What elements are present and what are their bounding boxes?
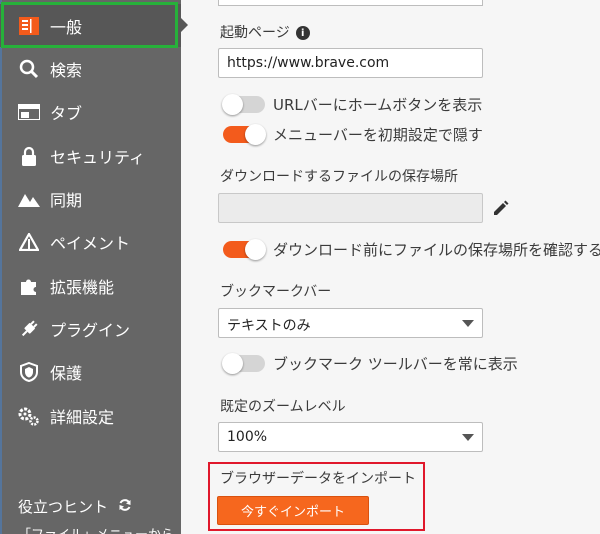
gears-icon xyxy=(18,405,40,427)
zoom-level-select[interactable]: 100% xyxy=(218,422,483,452)
hide-menu-bar-row[interactable]: メニューバーを初期設定で隠す xyxy=(223,124,483,145)
toggle-knob xyxy=(245,239,266,260)
active-item-highlight xyxy=(1,2,178,48)
helpful-tips-text: 「ファイル」メニューから xyxy=(18,524,174,534)
zoom-level-selected: 100% xyxy=(227,429,268,445)
payment-icon xyxy=(18,231,40,253)
show-home-button-row[interactable]: URLバーにホームボタンを表示 xyxy=(222,94,483,115)
import-now-button[interactable]: 今すぐインポート xyxy=(217,496,369,525)
sidebar-item-label: セキュリティ xyxy=(50,147,146,167)
sidebar-item-label: プラグイン xyxy=(50,320,131,340)
sidebar-item-label: 拡張機能 xyxy=(50,277,115,297)
toggle-knob xyxy=(245,124,266,145)
sidebar-item-label: 同期 xyxy=(50,190,83,210)
shield-icon xyxy=(18,361,40,383)
bookmarks-bar-selected: テキストのみ xyxy=(227,318,311,334)
bookmarks-bar-select[interactable]: テキストのみ xyxy=(218,308,483,338)
hide-menu-bar-label: メニューバーを初期設定で隠す xyxy=(273,126,483,144)
hide-menu-bar-toggle[interactable] xyxy=(223,124,266,145)
sidebar-item-search[interactable]: 検索 xyxy=(0,47,181,90)
sidebar-item-label: ペイメント xyxy=(50,233,131,253)
sidebar-item-label: 詳細設定 xyxy=(50,407,115,427)
startup-page-label: 起動ページ xyxy=(220,25,290,41)
download-location-label: ダウンロードするファイルの保存場所 xyxy=(220,169,458,185)
sidebar-item-shields[interactable]: 保護 xyxy=(0,350,181,393)
sidebar-item-payments[interactable]: ペイメント xyxy=(0,220,181,263)
zoom-level-label: 既定のズームレベル xyxy=(220,399,346,415)
search-icon xyxy=(18,58,40,80)
sidebar-item-plugins[interactable]: プラグイン xyxy=(0,307,181,350)
sidebar-item-label: 検索 xyxy=(50,60,83,80)
always-show-bookmarks-toggle[interactable] xyxy=(222,353,265,374)
info-icon[interactable]: i xyxy=(295,26,310,40)
bookmarks-bar-label: ブックマークバー xyxy=(220,284,332,300)
lock-icon xyxy=(18,145,40,167)
sidebar-item-label: 保護 xyxy=(50,363,83,383)
previous-field-edge xyxy=(218,0,483,6)
edit-pencil-icon[interactable] xyxy=(491,198,511,218)
tab-icon xyxy=(18,101,40,123)
toggle-knob xyxy=(222,353,243,374)
helpful-tips: 役立つヒント xyxy=(18,496,132,517)
always-show-bookmarks-row[interactable]: ブックマーク ツールバーを常に表示 xyxy=(222,353,518,374)
download-location-field xyxy=(218,193,483,223)
import-data-label: ブラウザーデータをインポート xyxy=(220,471,416,487)
puzzle-icon xyxy=(18,275,40,297)
chevron-down-icon xyxy=(462,434,474,441)
settings-panel: 起動ページ i https://www.brave.com URLバーにホームボタ… xyxy=(181,0,600,534)
startup-page-heading: 起動ページ i xyxy=(220,22,310,42)
show-home-button-label: URLバーにホームボタンを表示 xyxy=(273,96,483,114)
toggle-knob xyxy=(222,94,243,115)
refresh-icon[interactable] xyxy=(118,498,132,516)
ask-download-location-toggle[interactable] xyxy=(223,239,266,260)
show-home-button-toggle[interactable] xyxy=(222,94,265,115)
sidebar-item-sync[interactable]: 同期 xyxy=(0,177,181,220)
chevron-down-icon xyxy=(462,320,474,327)
startup-url-input[interactable]: https://www.brave.com xyxy=(218,48,483,78)
sidebar-item-advanced[interactable]: 詳細設定 xyxy=(0,394,181,437)
sidebar-item-label: タブ xyxy=(50,103,83,123)
ask-download-location-row[interactable]: ダウンロード前にファイルの保存場所を確認する xyxy=(223,239,600,260)
sidebar-item-security[interactable]: セキュリティ xyxy=(0,134,181,177)
ask-download-location-label: ダウンロード前にファイルの保存場所を確認する xyxy=(273,241,600,259)
sidebar-item-tabs[interactable]: タブ xyxy=(0,90,181,133)
sidebar: 一般 検索 タブ セキュリティ 同期 ペイメント 拡張機能 プラグイン 保護 詳… xyxy=(0,0,181,534)
sync-icon xyxy=(18,188,40,210)
plug-icon xyxy=(18,318,40,340)
helpful-tips-title: 役立つヒント xyxy=(18,498,109,516)
sidebar-item-extensions[interactable]: 拡張機能 xyxy=(0,264,181,307)
always-show-bookmarks-label: ブックマーク ツールバーを常に表示 xyxy=(273,355,518,373)
